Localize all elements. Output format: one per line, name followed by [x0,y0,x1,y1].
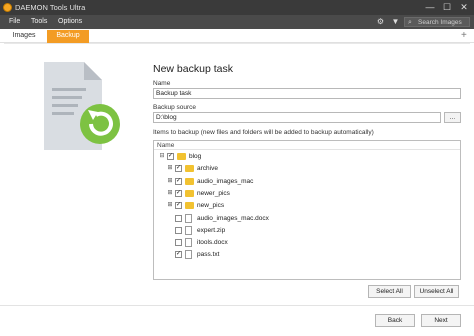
backup-source-field[interactable]: D:\blog [153,112,441,123]
item-checkbox[interactable]: ✓ [167,153,174,160]
menu-bar: File Tools Options ⚙ ▼ ⌕ Search Images [0,15,474,29]
backup-document-icon [44,62,120,150]
title-bar: DAEMON Tools Ultra — ☐ ✕ [0,0,474,15]
expand-icon[interactable]: ⊞ [167,165,173,172]
item-checkbox[interactable]: ✓ [175,251,182,259]
expand-icon[interactable]: ⊞ [167,190,173,197]
tree-row[interactable]: audio_images_mac.docx [154,213,454,225]
maximize-button[interactable]: ☐ [439,1,455,13]
backup-source-label: Backup source [153,104,196,111]
tree-row[interactable]: itools.docx [154,238,454,249]
tree-row[interactable]: ⊞ ✓ newer_pics [154,189,454,200]
tree-item-label: new_pics [197,202,225,210]
unselect-all-button[interactable]: Unselect All [414,285,459,298]
name-field[interactable]: Backup task [153,88,461,99]
next-button[interactable]: Next [421,314,461,327]
tree-item-label: itools.docx [197,239,228,247]
items-to-backup-label: Items to backup (new files and folders w… [153,129,374,136]
select-all-button[interactable]: Select All [368,285,411,298]
name-label: Name [153,80,171,87]
collapse-icon[interactable]: ⊟ [159,153,165,160]
search-input[interactable]: ⌕ Search Images [404,17,470,27]
tab-bar: Images Backup + [0,29,474,43]
tree-row[interactable]: ✓ pass.txt [154,250,454,261]
tree-item-label: blog [189,153,202,160]
tree-item-label: newer_pics [197,189,230,197]
search-placeholder: Search Images [418,19,462,26]
tree-item-label: audio_images_mac [197,177,254,185]
tree-row[interactable]: ⊞ ✓ archive [154,164,454,175]
file-icon [185,238,192,248]
folder-icon [185,202,194,210]
menu-options[interactable]: Options [58,18,82,25]
expand-icon[interactable]: ⊞ [167,202,173,209]
tab-backup[interactable]: Backup [47,30,89,43]
backup-items-tree[interactable]: Name ⊟ ✓ blog ⊞ ✓ archive ⊞ ✓ audio_images_mac ⊞ ✓… [153,140,461,280]
tree-item-label: expert.zip [197,226,226,234]
item-checkbox[interactable]: ✓ [175,202,182,210]
browse-button[interactable]: ... [444,112,461,123]
item-checkbox[interactable] [175,239,182,247]
file-icon [185,250,192,260]
tree-row[interactable]: expert.zip [154,225,454,237]
folder-icon [185,165,194,173]
document-fold-shape [84,62,102,80]
item-checkbox[interactable]: ✓ [175,177,182,185]
tree-item-label: pass.txt [197,251,220,259]
restore-arrow-icon [80,104,120,144]
item-checkbox[interactable]: ✓ [175,165,182,173]
close-button[interactable]: ✕ [456,1,472,13]
search-icon: ⌕ [408,19,412,26]
tree-item-label: archive [197,165,218,173]
back-button[interactable]: Back [375,314,415,327]
menu-tools[interactable]: Tools [31,18,47,25]
expand-icon[interactable]: ⊞ [167,178,173,185]
tab-images[interactable]: Images [4,30,44,43]
footer-divider [0,305,474,306]
item-checkbox[interactable] [175,214,182,222]
item-checkbox[interactable]: ✓ [175,189,182,197]
file-icon [185,213,192,223]
folder-icon [185,189,194,197]
page-title: New backup task [153,63,233,75]
add-tab-button[interactable]: + [461,30,467,41]
folder-icon [177,153,186,160]
item-checkbox[interactable] [175,226,182,234]
window-title: DAEMON Tools Ultra [15,3,86,12]
tab-divider [4,43,470,44]
daemon-tools-logo-icon [3,3,12,12]
tree-row[interactable]: ⊟ ✓ blog [154,152,454,163]
filter-icon[interactable]: ▼ [389,16,402,28]
settings-icon[interactable]: ⚙ [374,16,387,28]
file-icon [185,225,192,235]
tree-row[interactable]: ⊞ ✓ audio_images_mac [154,177,454,188]
minimize-button[interactable]: — [422,1,438,13]
menu-file[interactable]: File [9,18,20,25]
tree-item-label: audio_images_mac.docx [197,214,269,222]
tree-row[interactable]: ⊞ ✓ new_pics [154,201,454,212]
folder-icon [185,177,194,185]
tree-column-header[interactable]: Name [154,141,460,150]
